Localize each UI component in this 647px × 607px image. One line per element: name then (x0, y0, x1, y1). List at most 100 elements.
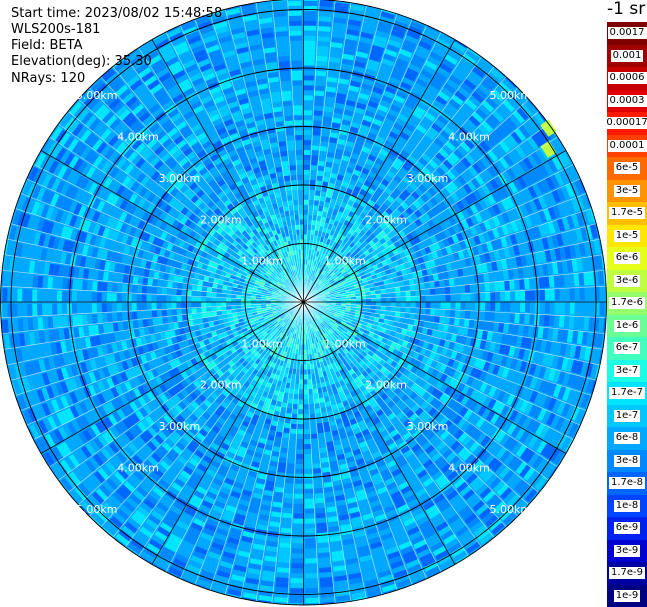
range-gate (303, 234, 307, 240)
range-gate (290, 588, 304, 594)
range-gate (299, 389, 304, 395)
range-gate (312, 120, 322, 126)
range-gate (569, 287, 575, 301)
range-gate (430, 288, 436, 295)
range-gate (494, 312, 501, 322)
range-gate (303, 194, 309, 200)
range-gate (278, 547, 291, 554)
range-gate (553, 275, 560, 288)
range-gate (289, 598, 304, 604)
range-gate (305, 588, 319, 594)
range-gate (315, 502, 326, 509)
range-gate (304, 488, 314, 494)
range-gate (298, 404, 304, 410)
range-gate (304, 399, 309, 405)
range-gate (558, 315, 565, 328)
range-gate (303, 130, 312, 136)
range-gate (395, 296, 401, 302)
range-gate (292, 538, 304, 544)
range-gate (321, 126, 331, 132)
range-gate (304, 503, 315, 509)
range-gate (308, 199, 314, 206)
range-gate (390, 302, 396, 307)
range-gate (584, 287, 590, 301)
range-gate (294, 389, 299, 395)
range-gate (319, 567, 332, 573)
range-gate (579, 302, 585, 315)
range-gate (449, 309, 456, 317)
range-gate (303, 125, 312, 131)
range-gate (559, 302, 565, 314)
range-gate (300, 369, 304, 375)
range-gate (290, 583, 304, 589)
range-gate (460, 302, 466, 310)
range-gate (463, 318, 470, 328)
range-gate (305, 563, 318, 569)
range-gate (303, 110, 313, 116)
range-gate (297, 439, 304, 445)
range-gate (293, 403, 299, 410)
range-gate (594, 302, 600, 316)
range-gate (313, 478, 323, 484)
range-gate (318, 557, 331, 563)
range-gate (484, 282, 491, 292)
range-gate (314, 190, 321, 196)
range-gate (440, 309, 446, 316)
range-gate (544, 302, 551, 314)
range-gate (303, 229, 307, 235)
range-gate (584, 302, 590, 316)
range-gate (287, 458, 296, 464)
range-gate (315, 497, 325, 504)
range-gate (300, 354, 304, 360)
range-gate (279, 542, 291, 549)
range-gate (303, 80, 314, 86)
range-gate (589, 302, 595, 316)
range-gate (494, 281, 500, 291)
range-gate (420, 289, 426, 296)
range-gate (303, 144, 311, 151)
range-gate (277, 557, 291, 564)
range-gate (304, 513, 315, 519)
range-gate (564, 302, 570, 315)
range-gate (303, 164, 310, 170)
range-gate (304, 394, 309, 400)
range-gate (303, 45, 316, 51)
range-gate (309, 403, 315, 410)
range-gate (281, 442, 289, 449)
range-gate (303, 189, 309, 195)
range-gate (319, 447, 328, 454)
range-gate (425, 288, 431, 295)
range-gate (529, 302, 536, 313)
range-gate (317, 165, 325, 172)
range-gate (395, 302, 401, 307)
range-gate (316, 50, 329, 57)
range-gate (563, 315, 570, 329)
range-gate (285, 483, 294, 489)
range-gate (390, 297, 396, 302)
range-gate (296, 449, 304, 455)
range-gate (320, 457, 329, 463)
range-gate (449, 317, 455, 325)
range-gate (543, 276, 550, 288)
range-gate (307, 219, 312, 225)
range-gate (425, 308, 431, 315)
range-gate (303, 20, 317, 26)
range-gate (495, 291, 501, 301)
range-gate (314, 195, 320, 201)
range-gate (314, 492, 325, 499)
range-gate (594, 286, 600, 301)
range-gate (314, 95, 324, 102)
range-gate (366, 302, 372, 306)
range-gate (309, 179, 316, 186)
range-gate (276, 477, 285, 483)
range-gate (524, 313, 530, 325)
range-gate (303, 35, 316, 41)
range-gate (275, 577, 289, 583)
range-gate (294, 498, 304, 504)
range-gate (304, 508, 315, 514)
range-gate (520, 302, 526, 313)
range-gate (318, 11, 333, 17)
range-gate (469, 310, 476, 319)
range-gate (297, 424, 304, 430)
range-gate (304, 384, 309, 390)
